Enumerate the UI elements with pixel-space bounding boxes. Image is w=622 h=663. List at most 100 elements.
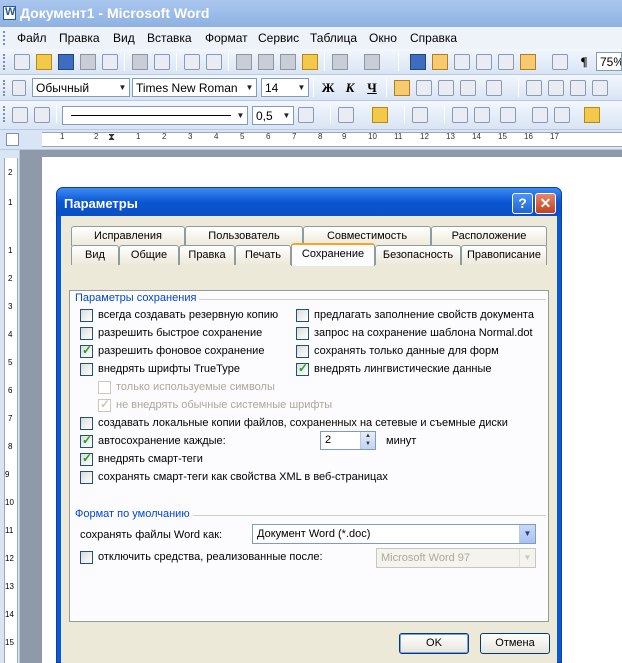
toolbar-grip[interactable] [3, 54, 6, 70]
split-cells-icon[interactable] [474, 107, 490, 123]
borders-icon[interactable] [338, 107, 354, 123]
format-painter-icon[interactable] [302, 54, 318, 70]
columns-icon[interactable] [498, 54, 514, 70]
cell-align-icon[interactable] [500, 107, 516, 123]
draw-table-icon[interactable] [12, 107, 28, 123]
toolbar-grip[interactable] [3, 106, 6, 122]
spelling-icon[interactable] [184, 54, 200, 70]
align-center-icon[interactable] [416, 80, 432, 96]
print-preview-icon[interactable] [154, 54, 170, 70]
toolbar-separator [124, 53, 125, 71]
save-icon[interactable] [58, 54, 74, 70]
tab-security[interactable]: Безопасность [375, 245, 461, 265]
redo-icon[interactable] [364, 54, 380, 70]
spinner-arrows-icon[interactable]: ▲ ▼ [360, 432, 375, 449]
tab-save[interactable]: Сохранение [291, 243, 375, 266]
ruler-number: 6 [266, 132, 271, 141]
horizontal-ruler: 1 2 ⧗ 1 2 3 4 5 6 7 8 9 10 11 12 13 14 1… [0, 130, 622, 150]
tab-print[interactable]: Печать [235, 245, 291, 265]
tab-file-locations[interactable]: Расположение [431, 226, 547, 246]
disable-features-version-select[interactable]: Microsoft Word 97 ▼ [376, 548, 536, 568]
styles-pane-icon[interactable] [12, 80, 26, 96]
checkbox-label: не внедрять обычные системные шрифты [116, 399, 333, 411]
save-as-format-select[interactable]: Документ Word (*.doc) ▼ [252, 524, 536, 544]
menu-file[interactable]: Файл [17, 31, 47, 47]
tab-track-changes[interactable]: Исправления [71, 226, 185, 246]
tab-user-info[interactable]: Пользователь [185, 226, 303, 246]
permission-icon[interactable] [80, 54, 96, 70]
autoformat-icon[interactable] [584, 107, 600, 123]
standard-toolbar: ¶ 75% [0, 49, 622, 75]
show-formatting-icon[interactable]: ¶ [576, 54, 592, 70]
line-spacing-icon[interactable] [486, 80, 502, 96]
menu-bar: Файл Правка Вид Вставка Формат Сервис Та… [0, 27, 622, 49]
drawing-icon[interactable] [520, 54, 536, 70]
tab-spelling-grammar[interactable]: Правописание [461, 245, 547, 265]
align-right-icon[interactable] [438, 80, 454, 96]
copy-icon[interactable] [258, 54, 274, 70]
menu-window[interactable]: Окно [369, 31, 397, 47]
style-combo[interactable]: Обычный ▼ [32, 78, 130, 97]
line-style-combo[interactable]: ▼ [62, 106, 248, 125]
cut-icon[interactable] [236, 54, 252, 70]
decrease-indent-icon[interactable] [570, 80, 586, 96]
menu-help[interactable]: Справка [410, 31, 457, 47]
underline-icon[interactable]: Ч [364, 80, 380, 96]
insert-excel-icon[interactable] [476, 54, 492, 70]
open-folder-icon[interactable] [36, 54, 52, 70]
shading-color-icon[interactable] [372, 107, 388, 123]
toolbar-separator [56, 105, 57, 123]
indent-marker[interactable]: ⧗ [108, 132, 115, 143]
tab-general[interactable]: Общие [119, 245, 179, 265]
cancel-button[interactable]: Отмена [480, 633, 550, 654]
ruler-track[interactable] [42, 132, 622, 147]
font-combo[interactable]: Times New Roman ▼ [132, 78, 257, 97]
email-icon[interactable] [102, 54, 118, 70]
numbering-icon[interactable] [526, 80, 542, 96]
autosave-minutes-spinner[interactable]: 2 ▲ ▼ [320, 431, 376, 450]
tables-borders-icon[interactable] [432, 54, 448, 70]
justify-icon[interactable] [460, 80, 476, 96]
merge-cells-icon[interactable] [452, 107, 468, 123]
print-icon[interactable] [132, 54, 148, 70]
line-weight-combo[interactable]: 0,5 ▼ [252, 106, 294, 125]
dialog-body: Исправления Пользователь Совместимость Р… [61, 216, 557, 663]
menu-tools[interactable]: Сервис [258, 31, 299, 47]
document-map-icon[interactable] [552, 54, 568, 70]
bullets-icon[interactable] [548, 80, 564, 96]
bold-icon[interactable]: Ж [320, 80, 336, 96]
increase-indent-icon[interactable] [592, 80, 608, 96]
menu-edit[interactable]: Правка [59, 31, 100, 47]
menu-view[interactable]: Вид [113, 31, 135, 47]
checkbox-box [80, 363, 93, 376]
tab-edit[interactable]: Правка [179, 245, 235, 265]
menubar-grip[interactable] [3, 31, 6, 45]
font-size-combo[interactable]: 14 ▼ [261, 78, 309, 97]
research-icon[interactable] [206, 54, 222, 70]
insert-table-icon[interactable] [412, 107, 428, 123]
new-document-icon[interactable] [14, 54, 30, 70]
menu-format[interactable]: Формат [205, 31, 248, 47]
group-divider [160, 515, 546, 516]
distribute-columns-icon[interactable] [554, 107, 570, 123]
zoom-combo[interactable]: 75% [596, 52, 622, 71]
distribute-rows-icon[interactable] [532, 107, 548, 123]
border-color-icon[interactable] [298, 107, 314, 123]
menu-table[interactable]: Таблица [310, 31, 357, 47]
close-button[interactable]: ✕ [535, 193, 556, 214]
paste-icon[interactable] [280, 54, 296, 70]
toolbar-grip[interactable] [3, 80, 6, 96]
checkbox-box [80, 471, 93, 484]
align-left-icon[interactable] [394, 80, 410, 96]
hyperlink-icon[interactable] [410, 54, 426, 70]
help-button[interactable]: ? [512, 193, 533, 214]
insert-table-icon[interactable] [454, 54, 470, 70]
ok-button[interactable]: OK [399, 633, 469, 654]
tab-selector[interactable] [6, 133, 19, 146]
undo-icon[interactable] [332, 54, 348, 70]
eraser-icon[interactable] [34, 107, 50, 123]
dialog-titlebar[interactable]: Параметры [57, 188, 561, 216]
italic-icon[interactable]: К [342, 80, 358, 96]
tab-view[interactable]: Вид [71, 245, 119, 265]
menu-insert[interactable]: Вставка [147, 31, 192, 47]
